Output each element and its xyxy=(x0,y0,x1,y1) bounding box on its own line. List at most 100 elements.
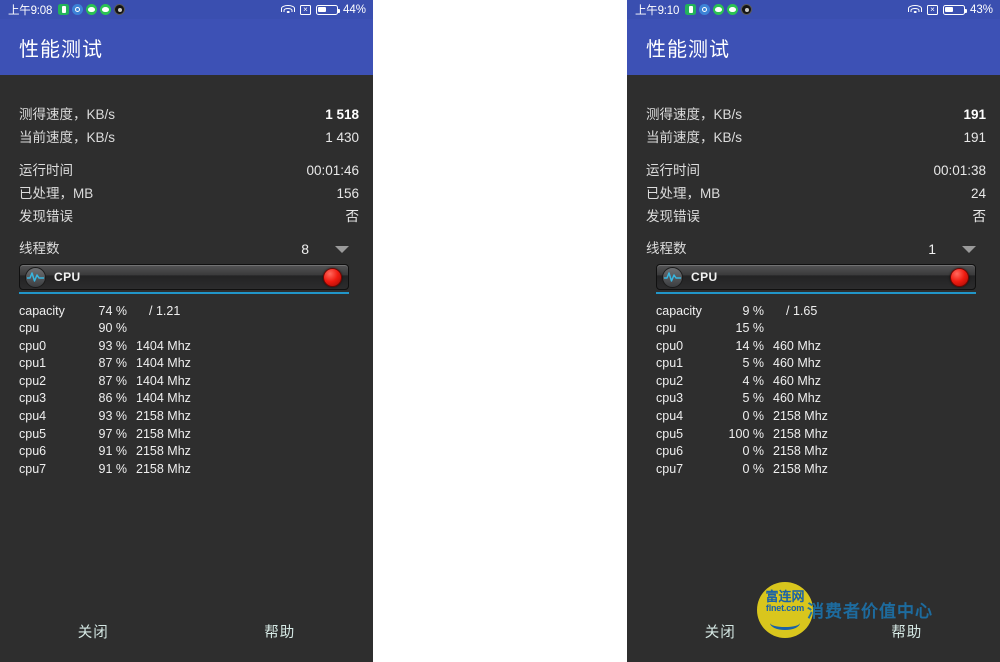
thread-count-selector-0[interactable]: 线程数 8 xyxy=(19,234,359,264)
no-sim-icon-0: × xyxy=(299,4,311,15)
cpu-core-name-1-8: cpu6 xyxy=(656,444,684,459)
info-label-0-2: 发现错误 xyxy=(19,209,73,224)
cpu-core-name-0-2: cpu0 xyxy=(19,338,47,353)
help-button-0[interactable]: 帮助 xyxy=(187,620,374,643)
bottom-bar-1: 关闭 帮助 xyxy=(627,600,1000,662)
cpu-core-usage-0-8: 91 % xyxy=(98,444,128,459)
app-wechat-icon-0-2 xyxy=(86,4,98,15)
stat-row-1-1: 当前速度，KB/s 191 xyxy=(646,126,986,149)
wifi-icon-0 xyxy=(281,4,296,15)
status-notification-icons-0 xyxy=(58,4,126,15)
stat-value-1-1: 191 xyxy=(963,130,986,145)
cpu-core-name-0-6: cpu4 xyxy=(19,409,47,424)
app-dark-icon-1-4 xyxy=(741,4,753,15)
cpu-core-usage-1-6: 0 % xyxy=(742,409,764,424)
stat-label-0-0: 测得速度，KB/s xyxy=(19,107,116,122)
cpu-core-name-0-0: capacity xyxy=(19,303,65,318)
app-green-icon-1-0 xyxy=(685,4,697,15)
app-wechat-icon-0-3 xyxy=(100,4,112,15)
cpu-core-freq-1-9: 2158 Mhz xyxy=(773,461,828,476)
cpu-core-freq-1-6: 2158 Mhz xyxy=(773,409,828,424)
cpu-stats-table-1: capacity 9 %/ 1.65 cpu 15 % cpu0 14 % 460 Mhz c… xyxy=(656,303,828,479)
app-blue-icon-1-1 xyxy=(699,4,711,15)
cpu-core-usage-0-6: 93 % xyxy=(98,409,128,424)
cpu-core-usage-0-2: 93 % xyxy=(98,338,128,353)
cpu-stat-row: cpu3 86 % 1404 Mhz xyxy=(19,390,191,408)
cpu-core-freq-1-1 xyxy=(768,320,828,338)
cpu-core-name-0-7: cpu5 xyxy=(19,426,47,441)
cpu-core-usage-1-1: 15 % xyxy=(735,321,765,336)
chevron-down-icon-0[interactable] xyxy=(335,245,349,253)
cpu-stat-row: cpu 90 % xyxy=(19,320,191,338)
stat-label-1-0: 测得速度，KB/s xyxy=(646,107,743,122)
cpu-core-freq-0-7: 2158 Mhz xyxy=(136,426,191,441)
info-value-0-2: 否 xyxy=(345,209,360,224)
cpu-core-name-0-4: cpu2 xyxy=(19,373,47,388)
page-title-0: 性能测试 xyxy=(19,38,103,61)
stat-value-1-0: 191 xyxy=(963,107,986,122)
status-time-1: 上午9:10 xyxy=(635,4,680,17)
cpu-stat-row: cpu4 93 % 2158 Mhz xyxy=(19,408,191,426)
battery-percent-1: 43% xyxy=(969,3,993,16)
cpu-core-name-1-5: cpu3 xyxy=(656,391,684,406)
cpu-core-usage-0-3: 87 % xyxy=(98,356,128,371)
stat-value-0-0: 1 518 xyxy=(325,107,359,122)
app-green-icon-0-0 xyxy=(58,4,70,15)
app-bar-0: 性能测试 xyxy=(0,19,373,75)
cpu-core-freq-1-3: 460 Mhz xyxy=(773,356,821,371)
cpu-stats-table-0: capacity 74 % / 1.21 cpu 90 % cpu0 93 % 1404 Mh… xyxy=(19,303,191,479)
cpu-core-usage-0-4: 87 % xyxy=(98,373,128,388)
cpu-core-freq-1-2: 460 Mhz xyxy=(773,338,821,353)
cpu-stat-row: cpu6 91 % 2158 Mhz xyxy=(19,443,191,461)
record-button-1[interactable] xyxy=(950,267,969,287)
stat-label-1-1: 当前速度，KB/s xyxy=(646,130,743,145)
cpu-core-freq-0-8: 2158 Mhz xyxy=(136,444,191,459)
cpu-core-usage-1-0: 9 % xyxy=(742,303,764,318)
cpu-core-name-0-5: cpu3 xyxy=(19,391,47,406)
app-wechat-icon-1-2 xyxy=(713,4,725,15)
cpu-stat-row: cpu0 93 % 1404 Mhz xyxy=(19,338,191,356)
cpu-core-freq-0-9: 2158 Mhz xyxy=(136,461,191,476)
close-button-0[interactable]: 关闭 xyxy=(0,620,187,643)
cpu-widget-underline-1 xyxy=(656,292,976,294)
cpu-widget-bar-1[interactable]: CPU xyxy=(656,264,976,290)
cpu-core-usage-0-5: 86 % xyxy=(98,391,128,406)
cpu-core-usage-1-4: 4 % xyxy=(742,373,764,388)
cpu-core-freq-0-3: 1404 Mhz xyxy=(136,356,191,371)
cpu-core-name-1-2: cpu0 xyxy=(656,338,684,353)
thread-count-selector-1[interactable]: 线程数 1 xyxy=(646,234,986,264)
cpu-widget-1: CPU xyxy=(646,264,986,294)
chevron-down-icon-1[interactable] xyxy=(962,245,976,253)
cpu-core-usage-0-7: 97 % xyxy=(98,426,128,441)
cpu-core-freq-1-7: 2158 Mhz xyxy=(773,426,828,441)
app-bar-1: 性能测试 xyxy=(627,19,1000,75)
info-row-0-0: 运行时间 00:01:46 xyxy=(19,159,359,182)
cpu-core-name-1-9: cpu7 xyxy=(656,461,684,476)
cpu-stat-row: cpu2 87 % 1404 Mhz xyxy=(19,373,191,391)
info-row-0-1: 已处理，MB 156 xyxy=(19,182,359,205)
cpu-core-freq-0-1 xyxy=(131,320,191,338)
info-value-0-1: 156 xyxy=(336,186,359,201)
record-button-0[interactable] xyxy=(323,267,342,287)
close-button-1[interactable]: 关闭 xyxy=(627,620,814,643)
cpu-core-freq-0-6: 2158 Mhz xyxy=(136,409,191,424)
cpu-core-name-0-8: cpu6 xyxy=(19,444,47,459)
cpu-core-name-1-0: capacity xyxy=(656,303,702,318)
app-blue-icon-0-1 xyxy=(72,4,84,15)
info-label-1-2: 发现错误 xyxy=(646,209,700,224)
info-value-1-1: 24 xyxy=(970,186,986,201)
battery-icon-0 xyxy=(315,4,341,15)
info-label-0-1: 已处理，MB xyxy=(19,186,94,201)
cpu-core-freq-0-2: 1404 Mhz xyxy=(136,338,191,353)
help-button-1[interactable]: 帮助 xyxy=(814,620,1000,643)
status-system-icons-1: × 43% xyxy=(908,3,993,16)
cpu-core-usage-1-7: 100 % xyxy=(728,426,764,441)
cpu-core-freq-1-5: 460 Mhz xyxy=(773,391,821,406)
cpu-core-usage-1-5: 5 % xyxy=(742,391,764,406)
cpu-stat-row: cpu2 4 % 460 Mhz xyxy=(656,373,828,391)
cpu-stat-row: cpu5 97 % 2158 Mhz xyxy=(19,426,191,444)
info-label-1-1: 已处理，MB xyxy=(646,186,721,201)
cpu-stat-row: cpu 15 % xyxy=(656,320,828,338)
bottom-bar-0: 关闭 帮助 xyxy=(0,600,373,662)
cpu-widget-bar-0[interactable]: CPU xyxy=(19,264,349,290)
